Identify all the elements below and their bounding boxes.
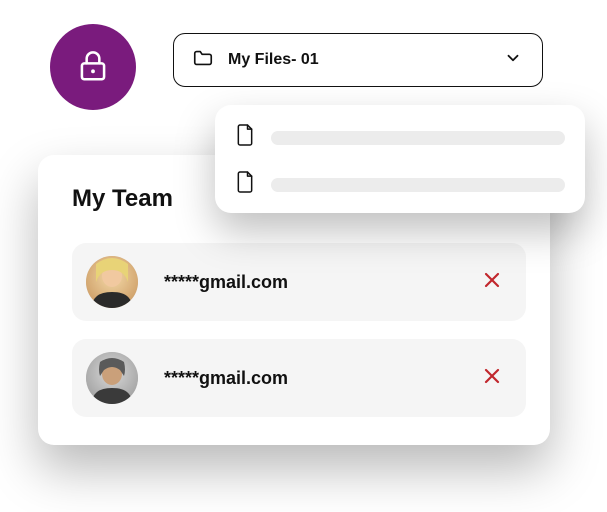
team-member-row: *****gmail.com bbox=[72, 243, 526, 321]
chevron-down-icon bbox=[504, 49, 522, 72]
lock-badge bbox=[50, 24, 136, 110]
close-icon bbox=[484, 272, 500, 293]
folder-select-label: My Files- 01 bbox=[228, 51, 490, 69]
file-icon bbox=[235, 170, 255, 199]
avatar bbox=[86, 352, 138, 404]
member-email: *****gmail.com bbox=[164, 368, 480, 389]
remove-member-button[interactable] bbox=[480, 270, 504, 294]
file-icon bbox=[235, 123, 255, 152]
file-row[interactable] bbox=[235, 170, 565, 199]
file-name-placeholder bbox=[271, 178, 565, 192]
lock-icon bbox=[74, 46, 112, 89]
file-name-placeholder bbox=[271, 131, 565, 145]
folder-icon bbox=[192, 47, 214, 74]
avatar bbox=[86, 256, 138, 308]
team-member-row: *****gmail.com bbox=[72, 339, 526, 417]
close-icon bbox=[484, 368, 500, 389]
remove-member-button[interactable] bbox=[480, 366, 504, 390]
member-email: *****gmail.com bbox=[164, 272, 480, 293]
folder-select[interactable]: My Files- 01 bbox=[173, 33, 543, 87]
file-row[interactable] bbox=[235, 123, 565, 152]
files-popover bbox=[215, 105, 585, 213]
